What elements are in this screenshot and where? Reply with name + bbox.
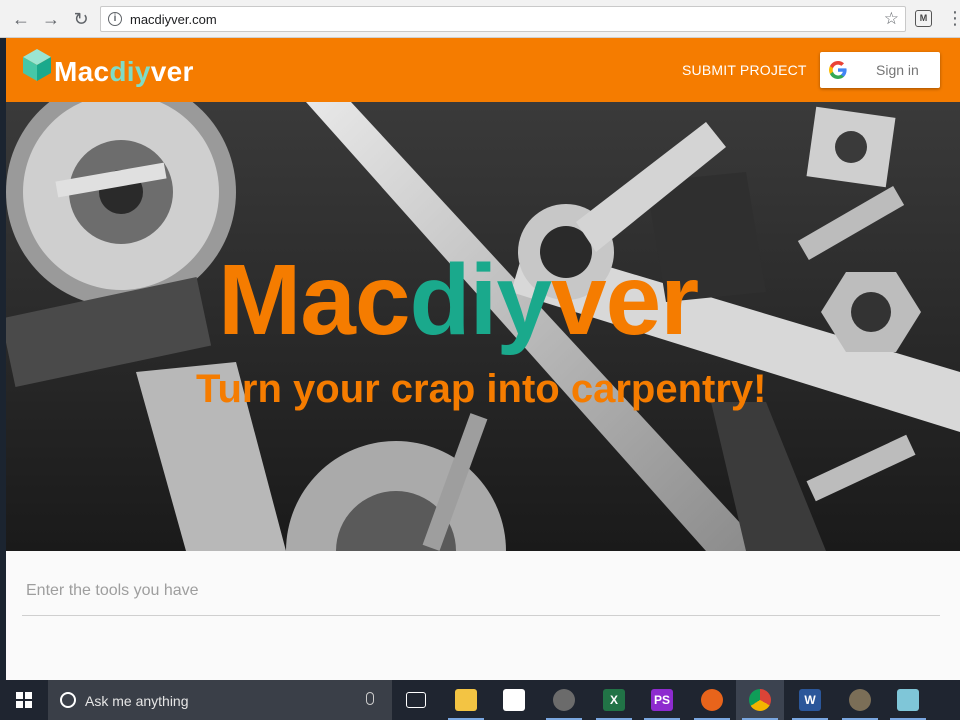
hero-title: Macdiyver	[218, 244, 699, 356]
bookmark-star-icon[interactable]: ☆	[884, 9, 899, 29]
task-view-button[interactable]	[392, 680, 440, 720]
excel-icon: X	[603, 689, 625, 711]
taskbar-app-extra[interactable]	[884, 680, 932, 720]
tools-input[interactable]	[22, 578, 940, 604]
chrome-icon	[749, 689, 771, 711]
taskbar-media-player[interactable]	[540, 680, 588, 720]
google-sign-in-button[interactable]: Sign in	[820, 52, 940, 88]
taskbar-gimp[interactable]	[836, 680, 884, 720]
phpstorm-icon: PS	[651, 689, 673, 711]
taskbar-word[interactable]: W	[786, 680, 834, 720]
windows-logo-icon	[16, 692, 32, 708]
firefox-icon	[701, 689, 723, 711]
folder-icon	[455, 689, 477, 711]
cortana-search-box[interactable]: Ask me anything	[48, 680, 392, 720]
extension-icon[interactable]: M	[915, 10, 932, 27]
logo-cube-icon	[23, 49, 51, 81]
hero-banner: Macdiyver Turn your crap into carpentry!	[6, 102, 960, 551]
gimp-icon	[849, 689, 871, 711]
taskbar-excel[interactable]: X	[590, 680, 638, 720]
cortana-placeholder: Ask me anything	[85, 693, 189, 709]
reload-icon[interactable]: ↻	[70, 8, 92, 30]
taskbar-chrome[interactable]	[736, 680, 784, 720]
browser-toolbar: ← → ↻ i macdiyver.com ☆ M ⋮	[0, 0, 960, 38]
page-viewport: Macdiyver SUBMIT PROJECT Sign in Macdiyv…	[6, 38, 960, 680]
taskbar-file-explorer[interactable]	[442, 680, 490, 720]
taskbar-store[interactable]	[490, 680, 538, 720]
microphone-icon[interactable]	[366, 692, 374, 705]
hero-tagline: Turn your crap into carpentry!	[196, 367, 767, 411]
app-extra-icon	[897, 689, 919, 711]
store-bag-icon	[503, 689, 525, 711]
start-button[interactable]	[0, 680, 48, 720]
forward-arrow-icon[interactable]: →	[40, 8, 62, 30]
url-text[interactable]: macdiyver.com	[130, 12, 217, 27]
windows-taskbar: Ask me anything X PS W	[0, 680, 960, 720]
task-view-icon	[406, 692, 426, 708]
google-g-icon	[829, 61, 847, 79]
logo-wordmark[interactable]: Macdiyver	[54, 56, 194, 88]
taskbar-firefox[interactable]	[688, 680, 736, 720]
menu-kebab-icon[interactable]: ⋮	[946, 8, 960, 28]
back-arrow-icon[interactable]: ←	[10, 8, 32, 30]
speaker-icon	[553, 689, 575, 711]
cortana-icon	[60, 692, 76, 708]
word-icon: W	[799, 689, 821, 711]
taskbar-phpstorm[interactable]: PS	[638, 680, 686, 720]
submit-project-link[interactable]: SUBMIT PROJECT	[682, 62, 807, 78]
address-bar[interactable]: i macdiyver.com ☆	[100, 6, 906, 32]
app-header: Macdiyver SUBMIT PROJECT Sign in	[6, 38, 960, 102]
info-icon[interactable]: i	[108, 12, 122, 26]
tools-input-container	[22, 566, 940, 616]
